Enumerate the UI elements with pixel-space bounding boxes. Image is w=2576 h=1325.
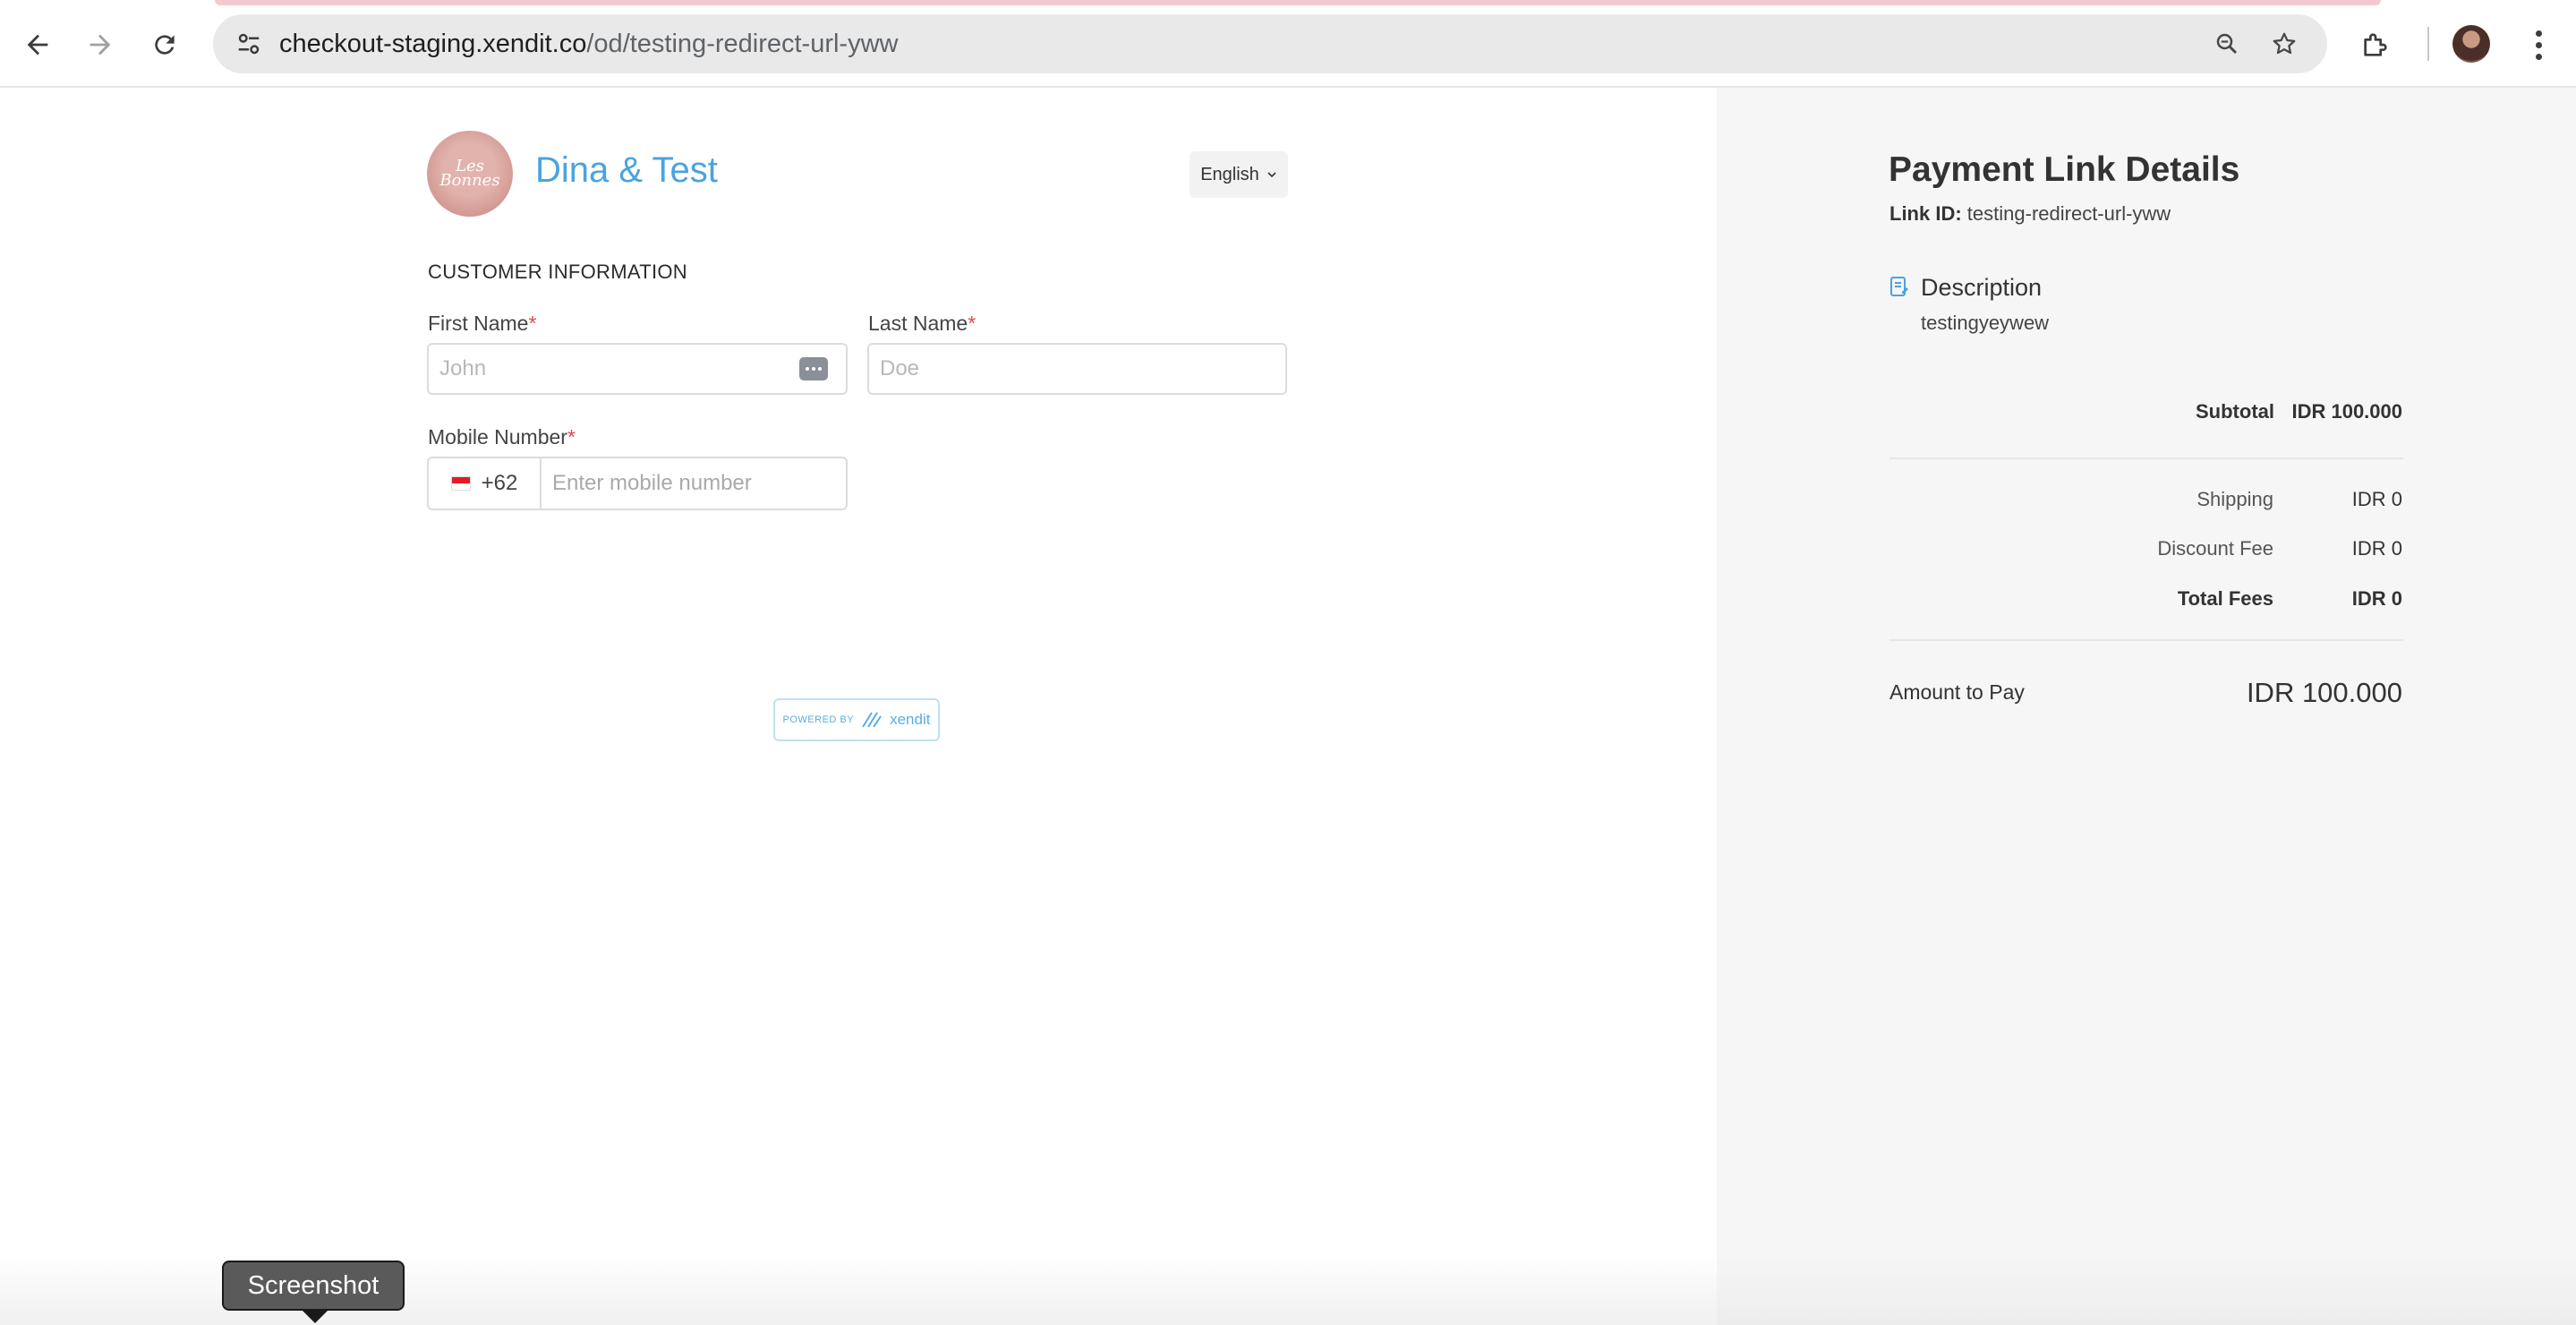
browser-toolbar: checkout-staging.xendit.co/od/testing-re… xyxy=(0,0,2576,88)
url-text[interactable]: checkout-staging.xendit.co/od/testing-re… xyxy=(279,14,898,73)
url-path: /od/testing-redirect-url-yww xyxy=(586,30,899,58)
merchant-logo: Les Bonnes xyxy=(427,131,513,217)
required-mark: * xyxy=(968,312,977,335)
last-name-label-text: Last Name xyxy=(868,312,968,335)
summary-title: Payment Link Details xyxy=(1889,150,2240,189)
zoom-icon[interactable] xyxy=(2205,22,2248,65)
forward-button[interactable] xyxy=(73,18,127,72)
merchant-logo-text: Les Bonnes xyxy=(439,157,500,190)
total-fees-label: Total Fees xyxy=(2177,587,2273,610)
xendit-brand-text: xendit xyxy=(890,711,931,728)
discount-fee-value: IDR 0 xyxy=(2351,537,2402,560)
address-bar[interactable]: checkout-staging.xendit.co/od/testing-re… xyxy=(213,14,2327,73)
section-title: CUSTOMER INFORMATION xyxy=(428,261,687,283)
mobile-number-field: +62 xyxy=(427,457,848,510)
required-mark: * xyxy=(567,425,576,449)
shipping-label: Shipping xyxy=(2196,488,2273,510)
arrow-left-icon xyxy=(27,34,48,56)
link-id-value: testing-redirect-url-yww xyxy=(1966,202,2171,225)
chevron-down-icon xyxy=(1267,172,1276,178)
divider xyxy=(1889,639,2403,641)
profile-avatar[interactable] xyxy=(2452,25,2490,63)
extensions-button[interactable] xyxy=(2349,18,2402,72)
description-text: testingyeywew xyxy=(1921,312,2050,334)
shipping-value: IDR 0 xyxy=(2351,488,2402,510)
autofill-icon[interactable] xyxy=(799,357,828,380)
toolbar-separator xyxy=(2427,27,2429,61)
back-button[interactable] xyxy=(11,18,64,72)
discount-fee-label: Discount Fee xyxy=(2157,537,2273,560)
site-settings-icon[interactable] xyxy=(227,22,270,65)
merchant-name: Dina & Test xyxy=(535,150,718,190)
description-title: Description xyxy=(1921,274,2043,301)
puzzle-icon xyxy=(2364,33,2387,56)
first-name-label: First Name* xyxy=(428,312,536,336)
powered-by-text: POWERED BY xyxy=(782,714,855,725)
document-icon xyxy=(1890,277,1908,296)
bookmark-star-icon[interactable] xyxy=(2263,22,2306,65)
arrow-right-icon xyxy=(90,34,111,56)
subtotal-label: Subtotal xyxy=(2196,400,2274,423)
country-code: +62 xyxy=(481,471,518,495)
powered-by-xendit-badge[interactable]: POWERED BY xendit xyxy=(773,698,940,741)
last-name-label: Last Name* xyxy=(868,312,976,336)
reload-icon xyxy=(155,35,175,55)
screenshot-tooltip: Screenshot xyxy=(222,1261,405,1323)
mobile-number-label-text: Mobile Number xyxy=(428,425,567,449)
mobile-number-input[interactable] xyxy=(542,458,846,509)
first-name-label-text: First Name xyxy=(428,312,529,335)
reload-button[interactable] xyxy=(138,18,192,72)
subtotal-value: IDR 100.000 xyxy=(2291,400,2402,423)
link-id: Link ID: testing-redirect-url-yww xyxy=(1889,202,2171,226)
total-fees-value: IDR 0 xyxy=(2351,587,2402,610)
link-id-label: Link ID: xyxy=(1889,202,1962,225)
indonesia-flag-icon xyxy=(450,476,471,491)
amount-to-pay-value: IDR 100.000 xyxy=(2246,677,2402,708)
required-mark: * xyxy=(528,312,537,335)
last-name-input[interactable] xyxy=(867,343,1287,395)
mobile-number-label: Mobile Number* xyxy=(428,425,576,449)
language-selected: English xyxy=(1200,164,1259,184)
language-dropdown[interactable]: English xyxy=(1190,151,1288,198)
payment-summary-panel xyxy=(1717,88,2576,1325)
url-host: checkout-staging.xendit.co xyxy=(279,30,587,58)
browser-menu-icon[interactable] xyxy=(2522,20,2555,70)
first-name-input[interactable] xyxy=(427,343,848,395)
country-code-select[interactable]: +62 xyxy=(429,458,542,509)
xendit-logo-icon xyxy=(862,712,882,728)
divider xyxy=(1889,457,2403,459)
amount-to-pay-label: Amount to Pay xyxy=(1889,680,2025,704)
